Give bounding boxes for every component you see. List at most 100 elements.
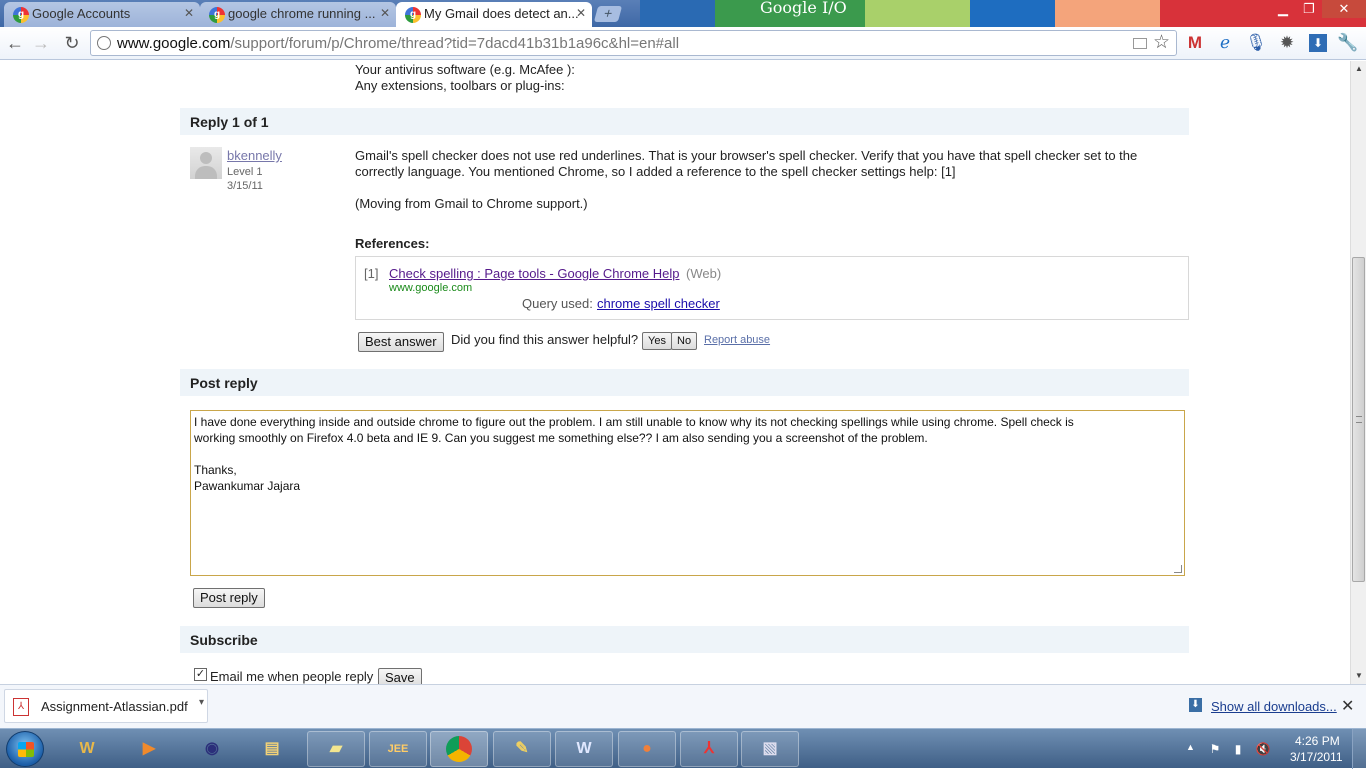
show-desktop-button[interactable] — [1352, 729, 1366, 769]
maximize-window-button[interactable]: ❐ — [1296, 0, 1322, 18]
user-avatar-icon — [190, 147, 222, 179]
scroll-down-arrow-icon[interactable]: ▼ — [1351, 668, 1366, 684]
back-arrow-icon[interactable]: ← — [4, 32, 26, 54]
tab-close-icon[interactable]: ✕ — [184, 6, 194, 20]
email-me-checkbox[interactable]: ✓ — [194, 668, 207, 681]
ie-tab-extension-icon[interactable]: ℯ — [1213, 31, 1237, 55]
show-all-downloads-link[interactable]: Show all downloads... — [1211, 699, 1337, 714]
java-ee-ide-taskbar-icon[interactable]: JEE — [369, 731, 427, 767]
google-io-logo: Google I/O — [760, 0, 847, 17]
reply-text: I have done everything inside and outsid… — [194, 415, 1074, 493]
clock-date[interactable]: 3/17/2011 — [1290, 750, 1343, 764]
bookmark-star-icon[interactable]: ☆ — [1153, 31, 1170, 54]
save-button[interactable]: Save — [378, 668, 422, 684]
notepad-taskbar-icon[interactable]: ✎ — [493, 731, 551, 767]
eclipse-taskbar-icon[interactable]: ◉ — [183, 731, 241, 767]
reload-icon[interactable]: ↻ — [61, 32, 83, 54]
best-answer-button[interactable]: Best answer — [358, 332, 444, 352]
download-shelf: ⅄ Assignment-Atlassian.pdf ▾ ⬇ Show all … — [0, 684, 1366, 728]
references-label: References: — [355, 236, 430, 251]
windows-taskbar: W ▶ ◉ ▤ ▰ JEE ✎ W ● ⅄ ▧ ▲ ⚑ ▮ 🔇 4:26 PM … — [0, 728, 1366, 769]
reference-index: [1] — [364, 266, 379, 281]
google-favicon-icon: g — [13, 7, 29, 23]
query-used-label: Query used: — [522, 296, 593, 311]
page-content: Your antivirus software (e.g. McAfee ): … — [0, 61, 1350, 684]
page-scrollbar[interactable]: ▲ ▼ — [1350, 61, 1366, 684]
reply-textarea[interactable]: I have done everything inside and outsid… — [190, 410, 1185, 576]
microphone-extension-icon[interactable]: 🎙 — [1244, 31, 1268, 55]
tab-google-chrome-running[interactable]: g google chrome running ... ✕ — [200, 2, 396, 27]
tab-my-gmail-does-detect[interactable]: g My Gmail does detect an... ✕ — [396, 2, 592, 27]
network-signal-icon[interactable]: ▮ — [1230, 741, 1246, 757]
download-extension-icon[interactable]: ⬇ — [1309, 34, 1327, 52]
tab-strip: Google I/O g Google Accounts ✕ g google … — [0, 0, 1366, 27]
close-download-shelf-icon[interactable]: ✕ — [1341, 696, 1354, 716]
author-link[interactable]: bkennelly — [227, 148, 282, 163]
reply-body-line-1: Gmail's spell checker does not use red u… — [355, 148, 1138, 163]
post-reply-header: Post reply — [180, 369, 1189, 396]
reference-title-link[interactable]: Check spelling : Page tools - Google Chr… — [389, 266, 679, 281]
page-action-icon[interactable] — [1133, 38, 1147, 49]
media-player-taskbar-icon[interactable]: ▶ — [120, 731, 178, 767]
reference-url: www.google.com — [389, 282, 473, 294]
wrench-menu-icon[interactable]: 🔧 — [1336, 31, 1360, 55]
reference-type: (Web) — [686, 266, 722, 281]
google-favicon-icon: g — [405, 7, 421, 23]
firefox-taskbar-icon[interactable]: ● — [618, 731, 676, 767]
download-file-name: Assignment-Atlassian.pdf — [41, 699, 188, 714]
question-detail-antivirus: Your antivirus software (e.g. McAfee ): — [355, 62, 575, 77]
yes-button[interactable]: Yes — [642, 332, 672, 350]
gmail-extension-icon[interactable]: M — [1183, 31, 1207, 55]
browser-toolbar: ← → ↻ www.google.com/support/forum/p/Chr… — [0, 27, 1366, 60]
query-link[interactable]: chrome spell checker — [597, 296, 720, 311]
word-document-taskbar-icon[interactable]: W — [555, 731, 613, 767]
action-center-icon[interactable]: ⚑ — [1207, 741, 1223, 757]
word-taskbar-icon[interactable]: W — [58, 731, 116, 767]
new-tab-button[interactable]: + — [593, 5, 623, 22]
url-text[interactable]: www.google.com/support/forum/p/Chrome/th… — [117, 35, 679, 52]
show-hidden-icons-icon[interactable]: ▲ — [1186, 742, 1195, 752]
forward-arrow-icon[interactable]: → — [30, 32, 52, 54]
tab-close-icon[interactable]: ✕ — [380, 6, 390, 20]
google-io-banner — [640, 0, 1366, 27]
report-abuse-link[interactable]: Report abuse — [704, 334, 770, 346]
bug-extension-icon[interactable]: ✹ — [1275, 31, 1299, 55]
question-detail-extensions: Any extensions, toolbars or plug-ins: — [355, 78, 565, 93]
downloads-icon: ⬇ — [1189, 698, 1202, 712]
download-item[interactable]: ⅄ Assignment-Atlassian.pdf ▾ — [4, 689, 208, 723]
post-date: 3/15/11 — [227, 180, 263, 192]
scroll-up-arrow-icon[interactable]: ▲ — [1351, 61, 1366, 77]
explorer-taskbar-icon[interactable]: ▤ — [243, 731, 301, 767]
tab-label: My Gmail does detect an... — [424, 6, 579, 21]
post-reply-button[interactable]: Post reply — [193, 588, 265, 608]
reference-box: [1] Check spelling : Page tools - Google… — [355, 256, 1189, 320]
chrome-taskbar-icon[interactable] — [430, 731, 488, 767]
minimize-window-button[interactable]: ▁ — [1270, 0, 1296, 18]
sticky-notes-taskbar-icon[interactable]: ▰ — [307, 731, 365, 767]
author-level: Level 1 — [227, 166, 263, 178]
tab-google-accounts[interactable]: g Google Accounts ✕ — [4, 2, 200, 27]
resize-grip-icon[interactable] — [1174, 565, 1182, 573]
address-bar[interactable]: www.google.com/support/forum/p/Chrome/th… — [90, 30, 1177, 56]
page-globe-icon — [97, 36, 111, 50]
volume-muted-icon[interactable]: 🔇 — [1255, 741, 1271, 757]
chrome-logo-icon — [446, 736, 472, 762]
paint-taskbar-icon[interactable]: ▧ — [741, 731, 799, 767]
adobe-reader-taskbar-icon[interactable]: ⅄ — [680, 731, 738, 767]
tab-label: google chrome running ... — [228, 6, 376, 21]
reply-body-line-3: (Moving from Gmail to Chrome support.) — [355, 196, 588, 211]
tab-label: Google Accounts — [32, 6, 131, 21]
no-button[interactable]: No — [671, 332, 698, 350]
close-window-button[interactable]: ✕ — [1322, 0, 1366, 18]
reply-body-line-2: correctly language. You mentioned Chrome… — [355, 164, 956, 179]
tab-close-icon[interactable]: ✕ — [576, 6, 586, 20]
reply-header: Reply 1 of 1 — [180, 108, 1189, 135]
email-me-label: Email me when people reply — [210, 669, 374, 684]
download-menu-caret-icon[interactable]: ▾ — [199, 697, 204, 708]
scroll-thumb[interactable] — [1352, 257, 1365, 582]
start-button[interactable] — [6, 731, 44, 767]
subscribe-header: Subscribe — [180, 626, 1189, 653]
pdf-file-icon: ⅄ — [13, 698, 29, 716]
scroll-grip-icon — [1356, 416, 1362, 423]
clock-time[interactable]: 4:26 PM — [1295, 734, 1340, 748]
